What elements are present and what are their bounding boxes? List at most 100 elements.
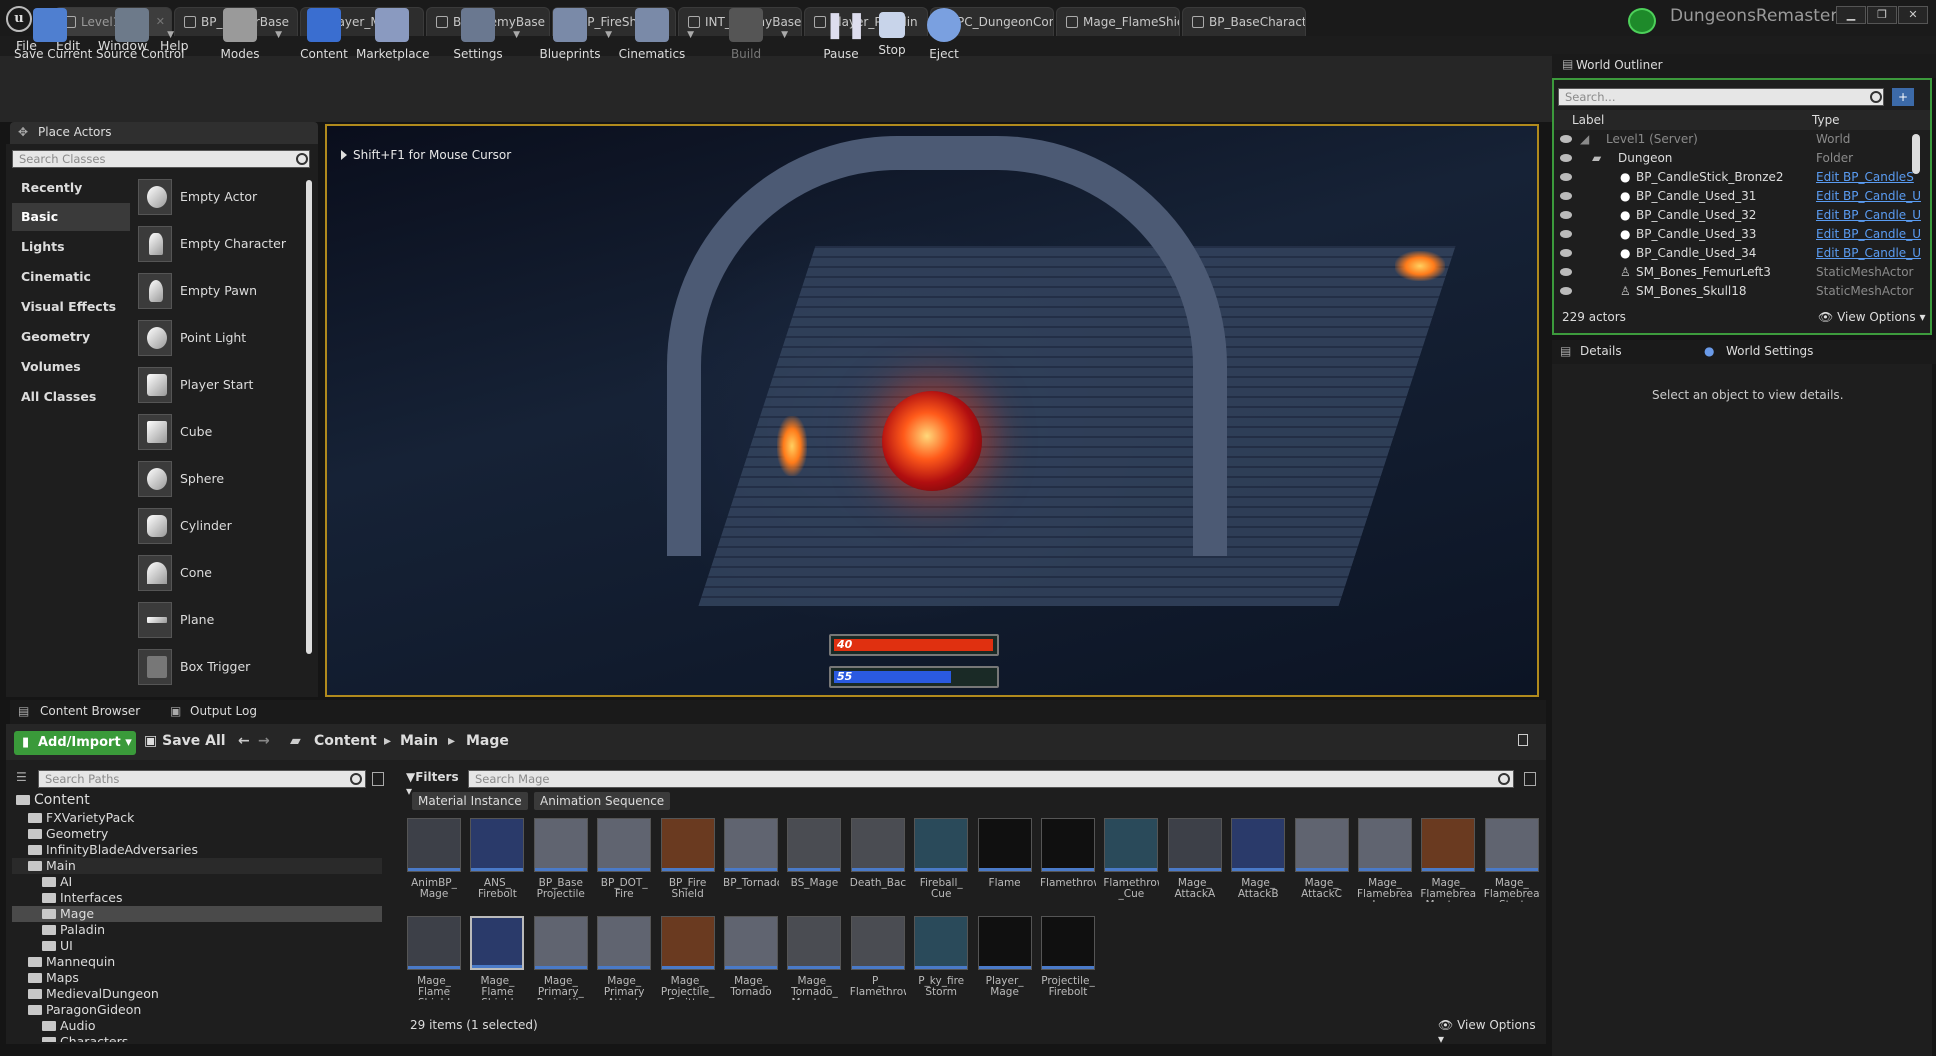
back-arrow-icon[interactable]: ←	[238, 733, 250, 749]
type-column-header[interactable]: Type	[1812, 113, 1840, 127]
actors-scrollbar[interactable]	[306, 180, 312, 654]
asset-tile[interactable]: Death_Back	[850, 818, 906, 910]
actor-empty-pawn[interactable]: Empty Pawn	[134, 269, 304, 315]
add-folder-button[interactable]: +	[1892, 88, 1914, 106]
dropdown-arrow-icon[interactable]: ▼	[687, 30, 694, 40]
visibility-eye-icon[interactable]	[1560, 268, 1572, 276]
category-cinematic[interactable]: Cinematic	[12, 263, 130, 291]
asset-tile[interactable]: BP_Base Projectile	[533, 818, 589, 910]
category-lights[interactable]: Lights	[12, 233, 130, 261]
outliner-scrollbar[interactable]	[1912, 134, 1920, 174]
search-assets-input[interactable]: Search Mage	[468, 770, 1514, 788]
asset-tile[interactable]: Mage_ Tornado	[723, 916, 779, 1008]
actor-box-trigger[interactable]: Box Trigger	[134, 645, 304, 691]
save-search-icon[interactable]	[1524, 772, 1536, 786]
category-recently-placed[interactable]: Recently Placed	[12, 174, 130, 223]
eject-button[interactable]: Eject	[908, 4, 980, 64]
modes-button[interactable]: Modes ▼	[204, 4, 282, 64]
marketplace-button[interactable]: Marketplace	[356, 4, 430, 64]
asset-tile[interactable]: AnimBP_ Mage	[406, 818, 462, 910]
outliner-row[interactable]: ● BP_Candle_Used_31 Edit BP_Candle_U	[1560, 187, 1926, 206]
lock-icon[interactable]	[1518, 734, 1528, 746]
visibility-eye-icon[interactable]	[1560, 154, 1572, 162]
actor-plane[interactable]: Plane	[134, 598, 304, 644]
tree-item[interactable]: InfinityBladeAdversaries	[12, 842, 382, 858]
outliner-row[interactable]: ● BP_CandleStick_Bronze2 Edit BP_CandleS	[1560, 168, 1926, 187]
asset-tile[interactable]: Mage_ Flame Shield	[469, 916, 525, 1008]
tab-world-settings[interactable]: World Settings	[1726, 344, 1813, 358]
actor-empty-character[interactable]: Empty Character	[134, 222, 304, 268]
search-paths-input[interactable]: Search Paths	[38, 770, 366, 788]
tree-item[interactable]: FXVarietyPack	[12, 810, 382, 826]
actor-player-start[interactable]: Player Start	[134, 363, 304, 409]
actor-cone[interactable]: Cone	[134, 551, 304, 597]
tree-item[interactable]: ParagonGideon	[12, 1002, 382, 1018]
dropdown-arrow-icon[interactable]: ▼	[513, 30, 520, 40]
tree-toggle-icon[interactable]: ☰	[16, 770, 27, 784]
tree-item[interactable]: Mannequin	[12, 954, 382, 970]
visibility-eye-icon[interactable]	[1560, 192, 1572, 200]
tree-item[interactable]: Geometry	[12, 826, 382, 842]
add-import-button[interactable]: ▮ Add/Import ▾	[14, 731, 136, 755]
category-volumes[interactable]: Volumes	[12, 353, 130, 381]
asset-tile[interactable]: Fireball_ Cue	[913, 818, 969, 910]
asset-tile[interactable]: Mage_ AttackA	[1167, 818, 1223, 910]
asset-tile[interactable]: P_ky_fire Storm	[913, 916, 969, 1008]
settings-button[interactable]: Settings ▼	[442, 4, 520, 64]
outliner-view-options-button[interactable]: 👁 View Options ▾	[1818, 310, 1926, 324]
filter-chip-material-instance[interactable]: Material Instance	[412, 792, 528, 810]
tab-content-browser[interactable]: Content Browser	[40, 704, 140, 718]
category-geometry[interactable]: Geometry	[12, 323, 130, 351]
actor-empty-actor[interactable]: Empty Actor	[134, 175, 304, 221]
filters-button[interactable]: ▼Filters ▾	[406, 770, 462, 798]
tree-item[interactable]: Maps	[12, 970, 382, 986]
label-column-header[interactable]: Label	[1572, 113, 1604, 127]
tab-output-log[interactable]: Output Log	[190, 704, 257, 718]
asset-tile[interactable]: Mage_ Flame Shield	[406, 916, 462, 1008]
dropdown-arrow-icon[interactable]: ▼	[605, 30, 612, 40]
forward-arrow-icon[interactable]: →	[258, 733, 270, 749]
tree-item-content[interactable]: Content	[12, 792, 382, 810]
asset-tile[interactable]: BP_Fire Shield	[660, 818, 716, 910]
asset-tile[interactable]: Mage_ Projectile_ Emitter	[660, 916, 716, 1008]
asset-tile[interactable]: ANS_ Firebolt	[469, 818, 525, 910]
tab-bp-basecharacter[interactable]: BP_BaseCharacter•	[1182, 7, 1306, 36]
outliner-row[interactable]: ● BP_Candle_Used_34 Edit BP_Candle_U	[1560, 244, 1926, 263]
place-actors-tab[interactable]: ✥ Place Actors	[10, 122, 318, 144]
dropdown-arrow-icon[interactable]: ▼	[167, 30, 174, 40]
level-viewport[interactable]: Shift+F1 for Mouse Cursor 40 55	[325, 124, 1539, 697]
asset-tile[interactable]: BP_DOT_ Fire	[596, 818, 652, 910]
asset-tile[interactable]: Mage_ AttackC	[1294, 818, 1350, 910]
asset-tile[interactable]: Mage_ Flamebreath Start	[1484, 818, 1540, 910]
dropdown-arrow-icon[interactable]: ▼	[275, 30, 282, 40]
dropdown-arrow-icon[interactable]: ▼	[781, 30, 788, 40]
breadcrumb-content[interactable]: Content	[314, 733, 377, 749]
actor-cylinder[interactable]: Cylinder	[134, 504, 304, 550]
actor-cube[interactable]: Cube	[134, 410, 304, 456]
outliner-row[interactable]: ◢ Level1 (Server) World	[1560, 130, 1926, 149]
tree-item[interactable]: MedievalDungeon	[12, 986, 382, 1002]
blueprints-button[interactable]: Blueprints ▼	[534, 4, 612, 64]
category-all-classes[interactable]: All Classes	[12, 383, 130, 411]
asset-tile[interactable]: BS_Mage	[786, 818, 842, 910]
tree-item[interactable]: Audio	[12, 1018, 382, 1034]
content-button[interactable]: Content	[288, 4, 360, 64]
visibility-eye-icon[interactable]	[1560, 211, 1572, 219]
asset-tile[interactable]: Mage_ Primary_ Projectile	[533, 916, 589, 1008]
tree-item[interactable]: Paladin	[12, 922, 382, 938]
asset-tile[interactable]: Flamethrowe	[1040, 818, 1096, 910]
tree-item[interactable]: Interfaces	[12, 890, 382, 906]
asset-tile[interactable]: Flame	[977, 818, 1033, 910]
asset-tile[interactable]: BP_Tornado	[723, 818, 779, 910]
tree-item-mage[interactable]: Mage	[12, 906, 382, 922]
breadcrumb-main[interactable]: Main	[400, 733, 438, 749]
asset-tile[interactable]: Projectile_ Firebolt	[1040, 916, 1096, 1008]
filter-chip-animation-sequence[interactable]: Animation Sequence	[534, 792, 671, 810]
asset-tile[interactable]: Mage_ Flamebreath Montage	[1420, 818, 1476, 910]
actor-sphere[interactable]: Sphere	[134, 457, 304, 503]
outliner-row[interactable]: ♙ SM_Bones_Skull18 StaticMeshActor	[1560, 282, 1926, 301]
search-classes-input[interactable]: Search Classes	[12, 150, 310, 168]
tree-item[interactable]: Characters	[12, 1034, 382, 1042]
minimize-button[interactable]: ▁	[1836, 6, 1866, 24]
visibility-eye-icon[interactable]	[1560, 287, 1572, 295]
